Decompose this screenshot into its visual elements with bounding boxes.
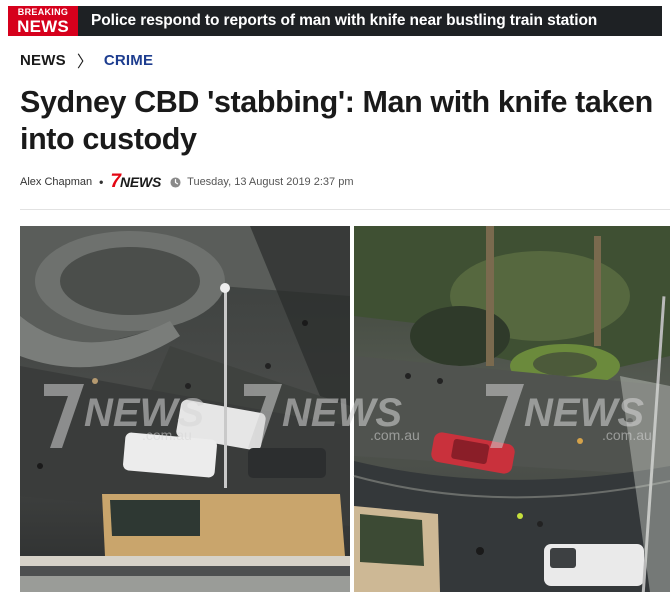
clock-icon [170, 176, 181, 188]
logo-news: NEWS [119, 174, 162, 190]
article-headline: Sydney CBD 'stabbing': Man with knife ta… [20, 85, 653, 156]
breadcrumb-news-link[interactable]: NEWS [20, 52, 66, 69]
svg-text:.com.au: .com.au [370, 427, 420, 443]
publish-date: Tuesday, 13 August 2019 2:37 pm [187, 176, 354, 188]
author-name[interactable]: Alex Chapman [20, 176, 92, 188]
svg-text:.com.au: .com.au [602, 427, 652, 443]
byline-separator: • [99, 175, 104, 189]
breaking-label: BREAKING [17, 6, 69, 17]
article-byline: Alex Chapman • 7 NEWS Tuesday, 13 August… [20, 172, 354, 191]
news-label: NEWS [17, 16, 69, 36]
breaking-news-badge: BREAKING NEWS [8, 6, 78, 36]
chevron-right-icon: 〉 [76, 54, 93, 71]
breadcrumb: NEWS 〉 CRIME [20, 50, 153, 72]
svg-text:.com.au: .com.au [142, 427, 192, 443]
article-hero-image[interactable]: NEWS .com.au NEWS .com.au NEWS .com.au [20, 226, 670, 592]
header-divider [20, 209, 670, 210]
breadcrumb-crime-link[interactable]: CRIME [104, 52, 153, 69]
breaking-news-headline[interactable]: Police respond to reports of man with kn… [91, 12, 597, 30]
photo-icon: NEWS .com.au NEWS .com.au NEWS .com.au [20, 226, 670, 592]
7news-logo[interactable]: 7 NEWS [110, 172, 162, 191]
breaking-news-bar[interactable]: BREAKING NEWS Police respond to reports … [8, 6, 662, 36]
